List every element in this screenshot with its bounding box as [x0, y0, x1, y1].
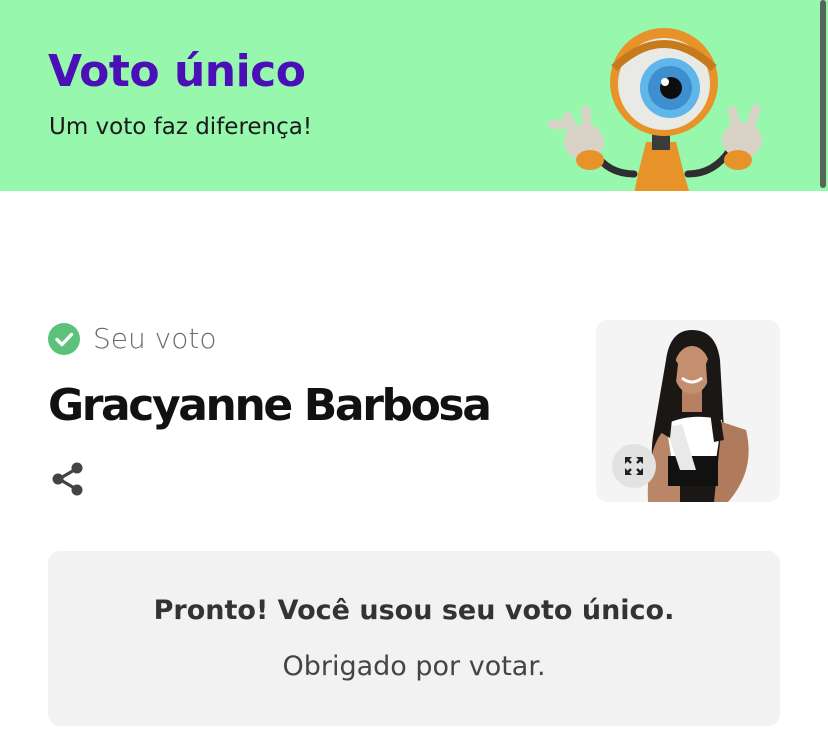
vote-status-row: Seu voto	[48, 322, 216, 355]
page-title: Voto único	[48, 46, 306, 97]
confirmation-title: Pronto! Você usou seu voto único.	[153, 595, 675, 626]
vote-label: Seu voto	[93, 322, 217, 355]
confirmation-message: Obrigado por votar.	[282, 651, 546, 682]
share-button[interactable]	[50, 461, 86, 497]
candidate-name: Gracyanne Barbosa	[48, 380, 492, 431]
share-icon	[52, 462, 83, 496]
expand-photo-button[interactable]	[612, 444, 656, 488]
big-brother-eye-mascot-icon	[548, 28, 762, 191]
confirmation-box: Pronto! Você usou seu voto único. Obriga…	[48, 551, 780, 726]
scrollbar[interactable]	[820, 0, 826, 188]
expand-icon	[625, 457, 643, 475]
header-banner: Voto único Um voto faz diferença!	[0, 0, 828, 191]
check-circle-icon	[48, 322, 80, 355]
page-subtitle: Um voto faz diferença!	[49, 114, 313, 140]
